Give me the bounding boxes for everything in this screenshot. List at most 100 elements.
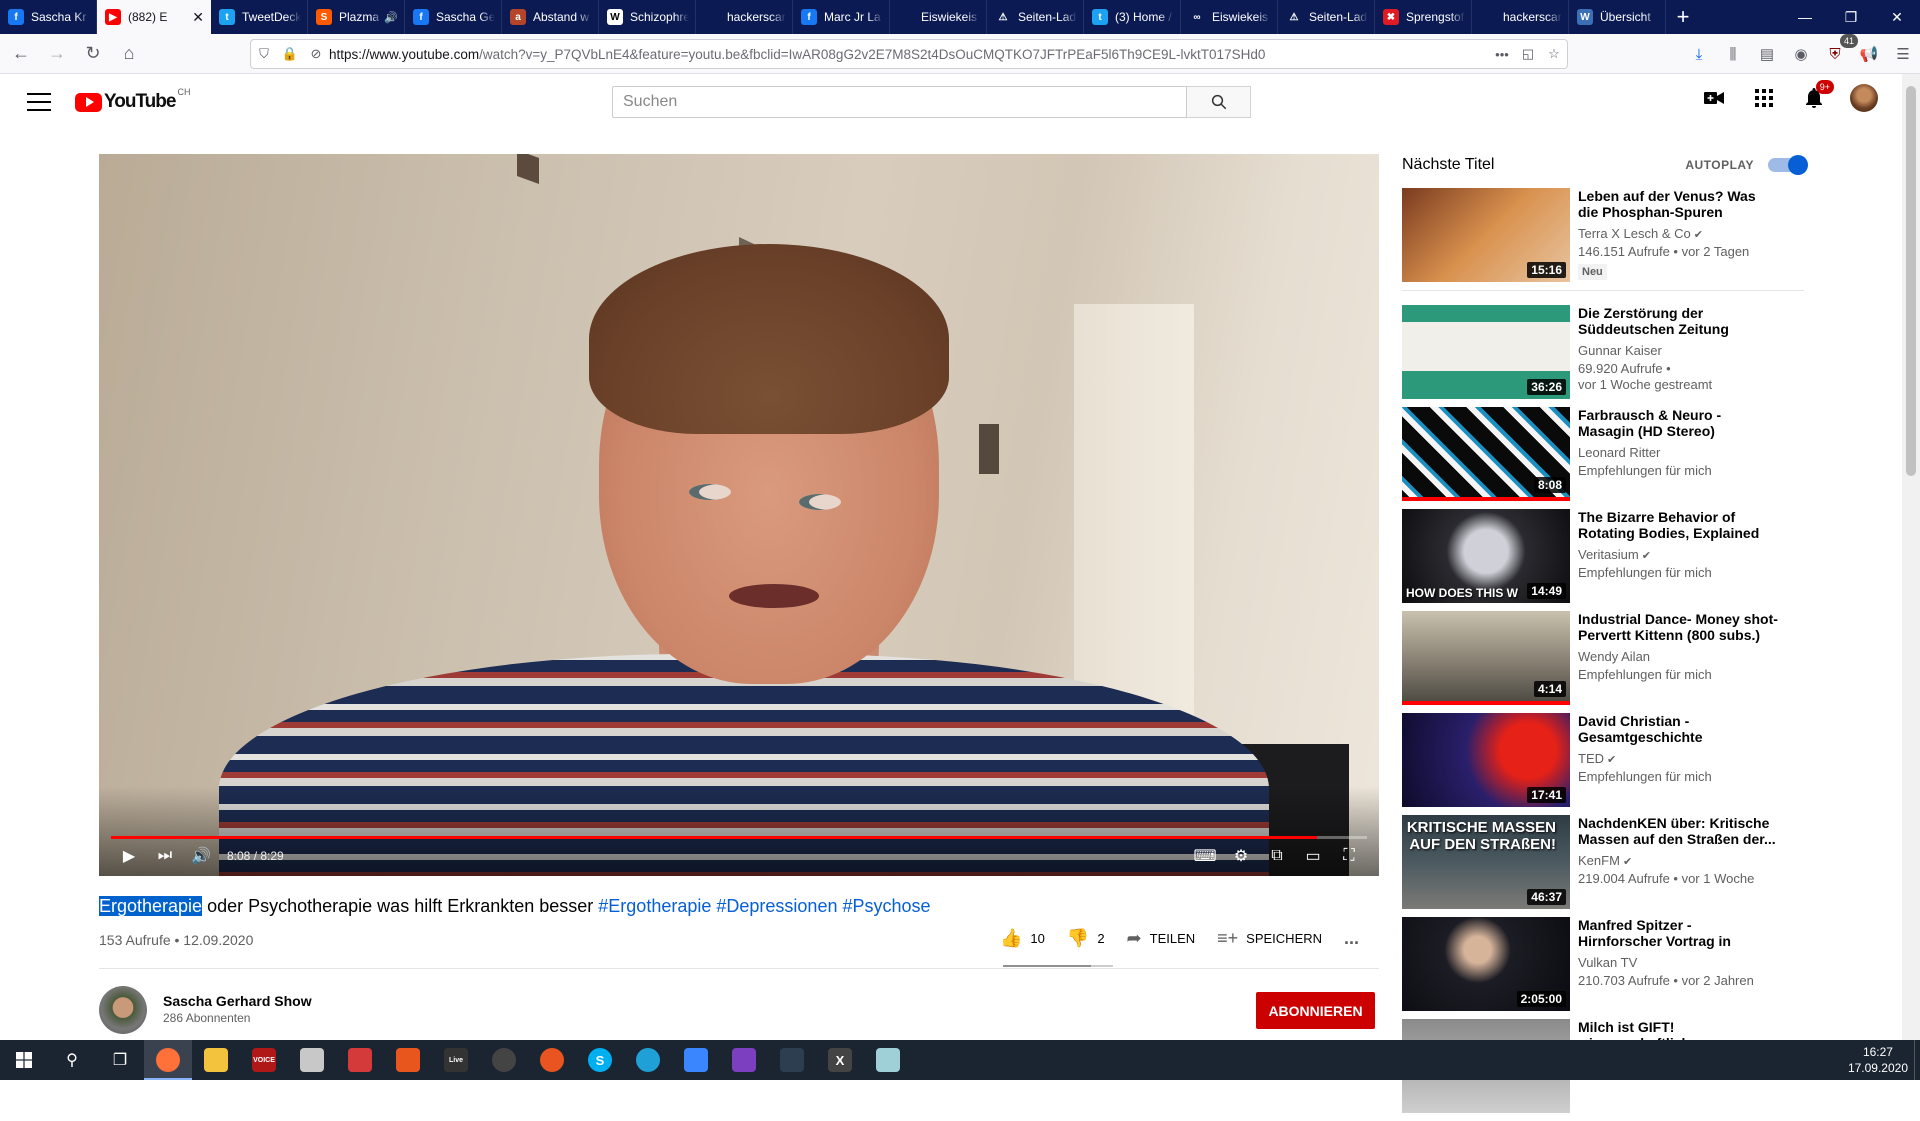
taskbar-task-view-icon[interactable]: ❐ xyxy=(96,1040,144,1080)
next-icon[interactable]: ⏭ xyxy=(147,841,183,871)
video-card-title[interactable]: David Christian - Gesamtgeschichte xyxy=(1578,713,1778,745)
more-actions-button[interactable]: ... xyxy=(1344,928,1359,949)
video-thumbnail[interactable]: 4:14 xyxy=(1402,611,1570,705)
browser-tab[interactable]: f Sascha Kr xyxy=(0,0,97,34)
video-thumbnail[interactable]: 17:41 xyxy=(1402,713,1570,807)
library-icon[interactable]: ⫼ xyxy=(1716,38,1750,70)
tab-audio-icon[interactable]: 🔊 xyxy=(384,11,398,24)
subtitles-icon[interactable]: ⌨ xyxy=(1187,841,1223,871)
video-card-channel[interactable]: Wendy Ailan xyxy=(1578,649,1778,664)
browser-tab[interactable]: Eiswiekeis – Ze xyxy=(890,0,987,34)
recommended-video[interactable]: 4:14 Industrial Dance- Money shot- Perver… xyxy=(1402,611,1804,705)
lock-icon[interactable]: 🔒 xyxy=(277,41,303,67)
close-window-icon[interactable]: ✕ xyxy=(1874,0,1920,34)
channel-avatar[interactable] xyxy=(99,986,147,1034)
browser-tab[interactable]: ∞ Eiswiekeis xyxy=(1181,0,1278,34)
search-input[interactable] xyxy=(612,86,1187,118)
video-thumbnail[interactable]: 36:26 xyxy=(1402,305,1570,399)
video-card-title[interactable]: The Bizarre Behavior of Rotating Bodies,… xyxy=(1578,509,1778,541)
taskbar-app-14-icon[interactable] xyxy=(720,1040,768,1080)
subscribe-button[interactable]: ABONNIEREN xyxy=(1256,992,1375,1029)
video-card-channel[interactable]: Vulkan TV xyxy=(1578,955,1778,970)
video-card-channel[interactable]: TED ✔ xyxy=(1578,751,1778,766)
windows-start-icon[interactable] xyxy=(0,1040,48,1080)
taskbar-edge-icon[interactable] xyxy=(624,1040,672,1080)
settings-gear-icon[interactable]: ⚙ xyxy=(1223,841,1259,871)
account-icon[interactable]: ◉ xyxy=(1784,38,1818,70)
account-avatar[interactable] xyxy=(1850,84,1878,112)
play-icon[interactable]: ▶ xyxy=(111,841,147,871)
channel-name[interactable]: Sascha Gerhard Show xyxy=(163,993,312,1009)
autoplay-toggle[interactable] xyxy=(1768,155,1808,175)
taskbar-app-5-icon[interactable] xyxy=(288,1040,336,1080)
notifications-bell-icon[interactable]: 9+ xyxy=(1800,80,1834,112)
taskbar-app-17-icon[interactable] xyxy=(864,1040,912,1080)
recommended-video[interactable]: 15:16 Leben auf der Venus? Was die Phosph… xyxy=(1402,188,1804,282)
fullscreen-icon[interactable]: ⛶ xyxy=(1331,841,1367,871)
browser-tab[interactable]: f Marc Jr La xyxy=(793,0,890,34)
miniplayer-icon[interactable]: ⧉ xyxy=(1259,841,1295,871)
taskbar-firefox-icon[interactable] xyxy=(144,1040,192,1080)
browser-tab[interactable]: ⚠ Seiten-Lad xyxy=(987,0,1084,34)
extension-icon[interactable]: 📢 xyxy=(1852,38,1886,70)
recommended-video[interactable]: 2:05:00 Manfred Spitzer - Hirnforscher Vo… xyxy=(1402,917,1804,1011)
taskbar-clock[interactable]: 16:27 17.09.2020 xyxy=(1848,1044,1908,1076)
restore-icon[interactable]: ❐ xyxy=(1828,0,1874,34)
taskbar-live-icon[interactable]: Live xyxy=(432,1040,480,1080)
minimize-icon[interactable]: — xyxy=(1782,0,1828,34)
browser-tab[interactable]: a Abstand w xyxy=(502,0,599,34)
video-card-title[interactable]: Industrial Dance- Money shot- Pervertt K… xyxy=(1578,611,1778,643)
close-tab-icon[interactable]: ✕ xyxy=(192,9,204,26)
taskbar-app-16-icon[interactable]: X xyxy=(816,1040,864,1080)
browser-tab[interactable]: ▶ (882) E ✕ xyxy=(97,0,211,34)
taskbar-voicemeeter-icon[interactable]: VOICE xyxy=(240,1040,288,1080)
search-button[interactable] xyxy=(1187,86,1251,118)
menu-icon[interactable]: ☰ xyxy=(1886,38,1920,70)
taskbar-explorer-icon[interactable] xyxy=(192,1040,240,1080)
video-thumbnail[interactable]: 8:08 xyxy=(1402,407,1570,501)
video-card-title[interactable]: NachdenKEN über: Kritische Massen auf de… xyxy=(1578,815,1778,847)
video-card-title[interactable]: Manfred Spitzer - Hirnforscher Vortrag i… xyxy=(1578,917,1778,949)
browser-tab[interactable]: t (3) Home / xyxy=(1084,0,1181,34)
taskbar-skype-icon[interactable]: S xyxy=(576,1040,624,1080)
video-card-title[interactable]: Farbrausch & Neuro - Masagin (HD Stereo) xyxy=(1578,407,1778,439)
youtube-logo[interactable]: YouTube CH xyxy=(75,87,190,113)
volume-icon[interactable]: 🔊 xyxy=(183,841,219,871)
pocket-icon[interactable]: ◱ xyxy=(1515,41,1541,67)
taskbar-app-7-icon[interactable] xyxy=(384,1040,432,1080)
apps-grid-icon[interactable] xyxy=(1750,84,1778,112)
taskbar-app-13-icon[interactable] xyxy=(672,1040,720,1080)
taskbar-obs-icon[interactable] xyxy=(480,1040,528,1080)
recommended-video[interactable]: 17:41 David Christian - Gesamtgeschichte T… xyxy=(1402,713,1804,807)
video-card-channel[interactable]: Veritasium ✔ xyxy=(1578,547,1778,562)
taskbar-app-15-icon[interactable] xyxy=(768,1040,816,1080)
dislike-button[interactable]: 👎 2 xyxy=(1067,928,1105,949)
video-card-channel[interactable]: Leonard Ritter xyxy=(1578,445,1778,460)
video-thumbnail[interactable]: 2:05:00 xyxy=(1402,917,1570,1011)
browser-tab[interactable]: ✖ Sprengstof xyxy=(1375,0,1472,34)
video-card-title[interactable]: Leben auf der Venus? Was die Phosphan-Sp… xyxy=(1578,188,1778,220)
browser-tab[interactable]: hackerscardgar xyxy=(696,0,793,34)
bookmark-star-icon[interactable]: ☆ xyxy=(1541,41,1567,67)
new-tab-icon[interactable]: + xyxy=(1666,0,1700,34)
downloads-icon[interactable]: ⤓ xyxy=(1682,38,1716,70)
browser-tab[interactable]: ⚠ Seiten-Lad xyxy=(1278,0,1375,34)
ublock-icon[interactable]: ⛨ 41 xyxy=(1818,34,1858,70)
scrollbar-thumb[interactable] xyxy=(1906,86,1916,476)
url-text[interactable]: https://www.youtube.com/watch?v=y_P7QVbL… xyxy=(329,47,1489,62)
video-card-channel[interactable]: Terra X Lesch & Co ✔ xyxy=(1578,226,1778,241)
create-video-icon[interactable] xyxy=(1700,84,1728,112)
address-bar[interactable]: ⛉ 🔒 ⊘ https://www.youtube.com/watch?v=y_… xyxy=(250,39,1568,69)
browser-tab[interactable]: t TweetDeck xyxy=(211,0,308,34)
permissions-icon[interactable]: ⊘ xyxy=(303,41,329,67)
video-thumbnail[interactable]: HOW DOES THIS W 14:49 xyxy=(1402,509,1570,603)
browser-tab[interactable]: W Schizophre xyxy=(599,0,696,34)
video-thumbnail[interactable]: 15:16 xyxy=(1402,188,1570,282)
taskbar-ubuntu-icon[interactable] xyxy=(528,1040,576,1080)
video-card-title[interactable]: Die Zerstörung der Süddeutschen Zeitung xyxy=(1578,305,1778,337)
reload-icon[interactable]: ↻ xyxy=(78,39,108,69)
browser-tab[interactable]: f Sascha Ge xyxy=(405,0,502,34)
recommended-video[interactable]: 36:26 Die Zerstörung der Süddeutschen Zei… xyxy=(1402,305,1804,399)
video-card-channel[interactable]: Gunnar Kaiser xyxy=(1578,343,1778,358)
hashtag-link[interactable]: #Ergotherapie xyxy=(598,896,711,916)
